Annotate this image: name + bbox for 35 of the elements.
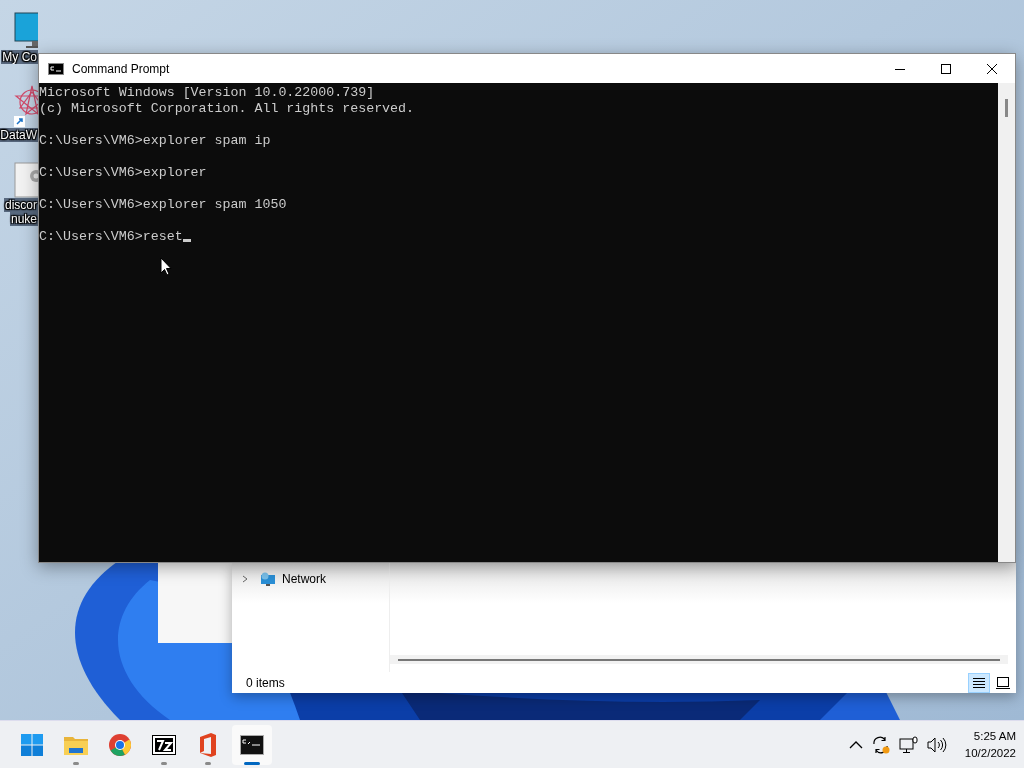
scrollbar[interactable]: [998, 83, 1015, 562]
clock-date: 10/2/2022: [964, 745, 1016, 761]
terminal-icon: [48, 62, 64, 75]
taskbar-button[interactable]: [232, 724, 272, 765]
console-line: C:\Users\VM6>reset: [39, 229, 183, 244]
archive-icon: [152, 734, 176, 755]
console-line: (c) Microsoft Corporation. All rights reserved.: [39, 101, 416, 117]
windows-logo-icon: [21, 733, 43, 756]
chevron-up-icon[interactable]: [848, 739, 863, 750]
icon-label: discor: [4, 198, 38, 212]
volume-icon[interactable]: [926, 736, 947, 753]
status-text: 0 items: [246, 675, 285, 690]
console-line: C:\Users\VM6>explorer spam ip: [39, 133, 271, 148]
list-icon: [972, 676, 986, 689]
clock-time: 5:25 AM: [973, 728, 1016, 744]
tree-item[interactable]: Network: [282, 572, 326, 586]
console-line: Microsoft Windows [Version 10.0.22000.739]: [39, 85, 376, 101]
folder-icon: [64, 734, 88, 755]
expand-chevron-icon[interactable]: [240, 574, 250, 584]
terminal-icon: [240, 734, 264, 755]
console-line: C:\Users\VM6>explorer spam 1050: [39, 197, 287, 212]
sync-icon[interactable]: [870, 735, 891, 754]
close-icon: [987, 63, 997, 74]
network-icon: [260, 571, 276, 587]
office-icon: [198, 732, 218, 757]
console-area[interactable]: Microsoft Windows [Version 10.0.22000.739] (c) Microsoft Corporation. All rights reserved. C:\Users\VM6>explorer spam ip C:\Users\VM6>explorer C:\Users\VM6>explorer spam 1050 C:\Users\VM6>reset: [39, 83, 1015, 562]
cursor-icon: [160, 257, 172, 276]
network-icon[interactable]: [898, 735, 919, 754]
maximize-icon: [941, 63, 951, 74]
horizontal-scrollbar[interactable]: [390, 655, 1008, 664]
console-line: C:\Users\VM6>explorer: [39, 165, 207, 180]
details-view-button[interactable]: [968, 672, 990, 693]
browser-icon: [109, 733, 131, 756]
window-icon: [996, 676, 1010, 689]
window-title: Command Prompt: [72, 61, 171, 76]
